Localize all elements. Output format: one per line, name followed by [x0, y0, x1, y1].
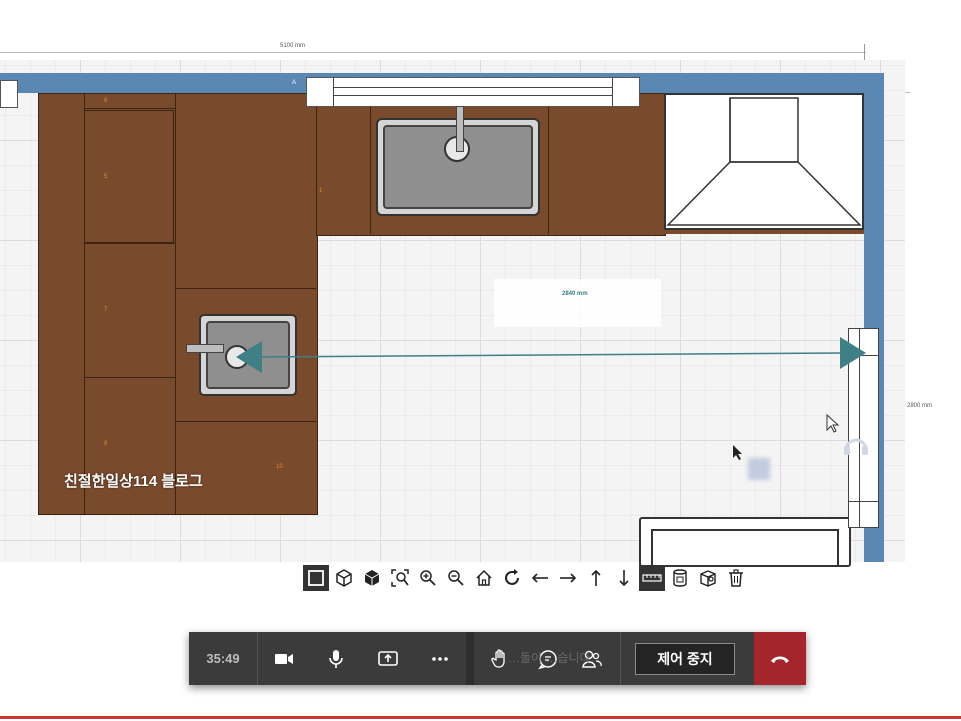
range-hood[interactable] [664, 93, 864, 230]
box-3d-icon[interactable] [695, 565, 721, 591]
hang-up-button[interactable] [754, 632, 806, 685]
measure-arrow[interactable] [230, 336, 870, 376]
kitchen-planner-screen: 5100 mm 2800 mm A 6 5 7 8 10 1 2 3 [0, 0, 961, 721]
cabinet-divider [370, 93, 371, 234]
hang-up-phone-icon [771, 656, 789, 663]
measure-label-box [494, 279, 661, 327]
reactions-group: …돌이 …습니다. [474, 632, 614, 685]
cabinet-box [84, 110, 174, 243]
meeting-control-bar: 35:49 …돌이 …습니다. 제어 중지 [189, 632, 806, 685]
microphone-icon [329, 649, 343, 668]
zoom-out-icon[interactable] [443, 565, 469, 591]
call-bar-divider [466, 632, 474, 685]
mouse-pointer-icon [733, 445, 742, 460]
arrow-up-icon[interactable] [583, 565, 609, 591]
arrow-right-icon[interactable] [555, 565, 581, 591]
bottom-accent-line [0, 716, 961, 719]
top-dimension-label: 5100 mm [280, 43, 306, 49]
cabinet-divider [175, 421, 316, 422]
arrow-left-icon[interactable] [527, 565, 553, 591]
wall-marker: A [292, 80, 297, 86]
more-dots-icon [432, 656, 448, 661]
home-icon[interactable] [471, 565, 497, 591]
rotate-icon[interactable] [499, 565, 525, 591]
zoom-in-icon[interactable] [415, 565, 441, 591]
headset-icon [844, 438, 868, 455]
cube-solid-icon[interactable] [359, 565, 385, 591]
cabinet-number: 7 [104, 307, 108, 313]
right-dimension-label: 2800 mm [907, 403, 933, 409]
cabinet-column-left[interactable] [38, 93, 86, 515]
faucet [186, 344, 224, 353]
more-options-button[interactable] [414, 632, 466, 685]
ruler-icon[interactable] [639, 565, 665, 591]
cabinet-divider [84, 243, 175, 244]
share-screen-button[interactable] [362, 632, 414, 685]
obscured-message: …돌이 …습니다. [508, 651, 594, 665]
arrow-down-icon[interactable] [611, 565, 637, 591]
cabinet-divider [84, 108, 175, 109]
call-bar-separator [620, 632, 621, 685]
cabinet-divider [175, 288, 316, 289]
cabinet-number: 5 [104, 174, 108, 180]
zoom-fit-icon[interactable] [387, 565, 413, 591]
measure-label: 2840 mm [562, 291, 588, 297]
trash-icon[interactable] [723, 565, 749, 591]
video-camera-icon [275, 653, 293, 664]
planner-toolbar [303, 563, 749, 593]
blurred-avatar [748, 458, 770, 480]
cabinet-column-right[interactable] [175, 93, 318, 515]
stop-control-button[interactable]: 제어 중지 [635, 642, 735, 675]
cylinder-icon[interactable] [667, 565, 693, 591]
rectangle-select-icon[interactable] [303, 565, 329, 591]
window-left[interactable] [0, 80, 18, 108]
faucet [456, 106, 464, 152]
mouse-pointer-icon [826, 414, 840, 433]
cabinet-number: 10 [276, 464, 283, 470]
window-top[interactable] [306, 77, 640, 107]
cabinet-divider [84, 377, 175, 378]
cabinet-number: 1 [319, 188, 323, 194]
camera-button[interactable] [258, 632, 310, 685]
share-screen-icon [378, 650, 398, 666]
cabinet-number: 8 [104, 441, 108, 447]
watermark-text: 친절한일상114 블로그 [64, 473, 203, 490]
microphone-button[interactable] [310, 632, 362, 685]
cabinet-divider [548, 93, 549, 234]
call-timer: 35:49 [189, 632, 258, 685]
cube-outline-icon[interactable] [331, 565, 357, 591]
appliance-bottom[interactable] [639, 517, 851, 567]
top-dimension-line [0, 52, 866, 53]
cabinet-number: 6 [104, 98, 108, 104]
